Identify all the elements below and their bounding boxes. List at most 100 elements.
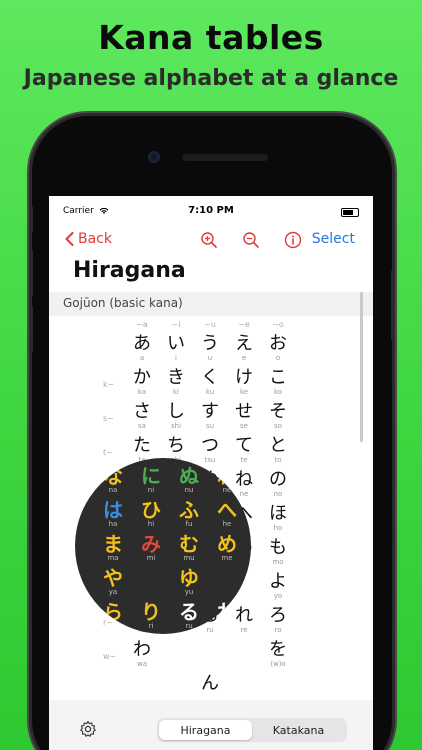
settings-button[interactable]	[79, 720, 97, 742]
magnified-kana-character: の	[247, 466, 251, 486]
section-header: Gojūon (basic kana)	[49, 292, 373, 316]
magnified-kana-cell: ね ne	[209, 466, 245, 495]
kana-cell[interactable]: よ yo	[263, 572, 293, 601]
romaji-label: mo	[272, 558, 284, 566]
magnified-romaji-label: hi	[147, 520, 155, 528]
kana-cell[interactable]: そ so	[263, 402, 293, 431]
magnified-kana-character: み	[141, 532, 161, 556]
romaji-label: to	[274, 456, 282, 464]
kana-character: お	[269, 333, 287, 354]
magnified-kana-character: よ	[247, 568, 251, 588]
kana-cell[interactable]: て te	[229, 436, 259, 465]
kana-character: さ	[133, 401, 151, 422]
kana-cell[interactable]: えe	[229, 334, 259, 363]
promo-subline: Japanese alphabet at a glance	[23, 66, 399, 91]
kana-character: そ	[269, 401, 287, 422]
kana-character: ろ	[269, 605, 287, 626]
magnified-kana-cell: ま ma	[95, 534, 131, 563]
magnified-kana-cell: ひ hi	[133, 500, 169, 529]
kana-cell[interactable]: ろ ro	[263, 606, 293, 635]
kana-character: き	[167, 367, 185, 388]
magnified-kana-cell: よyo	[247, 568, 251, 597]
romaji-label: i	[175, 354, 177, 362]
kana-cell[interactable]: と to	[263, 436, 293, 465]
tab-katakana[interactable]: Katakana	[252, 720, 345, 740]
romaji-label: u	[207, 354, 213, 362]
magnified-romaji-label: re	[223, 622, 231, 630]
select-button[interactable]: Select	[312, 231, 355, 247]
romaji-label: ku	[205, 388, 215, 396]
magnified-kana-cell: な na	[95, 466, 131, 495]
gear-icon	[80, 720, 96, 737]
script-segmented-control: Hiragana Katakana	[157, 718, 347, 742]
kana-character: う	[201, 333, 219, 354]
romaji-label: wa	[136, 660, 147, 668]
kana-cell[interactable]: く ku	[195, 368, 225, 397]
kana-cell[interactable]: ほ ho	[263, 504, 293, 533]
magnified-romaji-label: no	[247, 486, 251, 495]
kana-cell[interactable]: す su	[195, 402, 225, 431]
earpiece-speaker	[182, 154, 268, 161]
kana-cell[interactable]: つ tsu	[195, 436, 225, 465]
magnified-romaji-label: na	[108, 486, 118, 494]
chevron-left-icon	[65, 232, 74, 246]
kana-cell[interactable]: さ sa	[127, 402, 157, 431]
kana-cell[interactable]: こ ko	[263, 368, 293, 397]
kana-row: t~たtaちchiつtsuてteとto	[49, 436, 373, 470]
vowel-header: ~o	[272, 320, 284, 329]
nav-bar: Back Select	[49, 228, 373, 252]
status-time: 7:10 PM	[188, 205, 234, 216]
back-button[interactable]: Back	[65, 231, 112, 247]
zoom-out-button[interactable]	[241, 230, 261, 250]
bottom-toolbar: Hiragana Katakana	[49, 700, 373, 750]
romaji-label: a	[139, 354, 145, 362]
zoom-in-button[interactable]	[199, 230, 219, 250]
promo-headline: Kana tables	[98, 18, 324, 57]
romaji-label: ki	[173, 388, 179, 396]
kana-cell[interactable]: うu	[195, 334, 225, 363]
magnified-kana-cell: れ re	[209, 602, 245, 631]
info-button[interactable]	[283, 230, 303, 250]
kana-cell[interactable]: いi	[161, 334, 191, 363]
kana-cell[interactable]: せ se	[229, 402, 259, 431]
magnified-romaji-label: yu	[184, 588, 194, 596]
row-label: w~	[103, 652, 117, 661]
section-title: Gojūon (basic kana)	[63, 296, 183, 310]
power-button	[391, 270, 395, 340]
kana-cell[interactable]: か ka	[127, 368, 157, 397]
kana-cell[interactable]: の no	[263, 470, 293, 499]
kana-cell[interactable]: あa	[127, 334, 157, 363]
kana-character: よ	[269, 571, 287, 592]
kana-cell[interactable]: を (w)o	[263, 640, 293, 669]
romaji-label: se	[240, 422, 248, 430]
vowel-header: ~i	[171, 320, 181, 329]
magnified-kana-cell: は ha	[95, 500, 131, 529]
magnified-kana-character: ろ	[247, 602, 251, 622]
kana-character: た	[133, 435, 151, 456]
magnified-romaji-label: ha	[108, 520, 118, 528]
magnified-kana-cell: ろro	[247, 602, 251, 631]
kana-cell[interactable]: し shi	[161, 402, 191, 431]
magnified-kana-character: ゆ	[179, 566, 199, 590]
magnified-romaji-label: he	[222, 520, 232, 528]
magnified-kana-character: に	[141, 464, 161, 488]
magnified-kana-character: な	[103, 464, 123, 488]
kana-cell[interactable]: おo	[263, 334, 293, 363]
magnified-kana-cell: む mu	[171, 534, 207, 563]
tab-hiragana[interactable]: Hiragana	[159, 720, 252, 740]
kana-cell[interactable]: も mo	[263, 538, 293, 567]
kana-cell[interactable]: け ke	[229, 368, 259, 397]
vowel-header-row: ~a ~i ~u ~e ~o	[49, 320, 373, 332]
magnifier-lens[interactable]: なnaにniぬnuねneのnoはhaひhiふfuへheほhoまmaみmiむmuめ…	[75, 458, 251, 634]
kana-cell[interactable]: わ wa	[127, 640, 157, 669]
kana-cell[interactable]: き ki	[161, 368, 191, 397]
magnified-kana-cell: り ri	[133, 602, 169, 631]
kana-character: か	[133, 367, 151, 388]
kana-character: わ	[133, 639, 151, 660]
romaji-label: ro	[274, 626, 282, 634]
romaji-label: su	[205, 422, 215, 430]
magnified-kana-character: も	[247, 534, 251, 554]
kana-cell[interactable]: ん	[195, 674, 225, 694]
magnified-kana-character: へ	[217, 498, 237, 522]
nav-actions	[199, 230, 303, 250]
